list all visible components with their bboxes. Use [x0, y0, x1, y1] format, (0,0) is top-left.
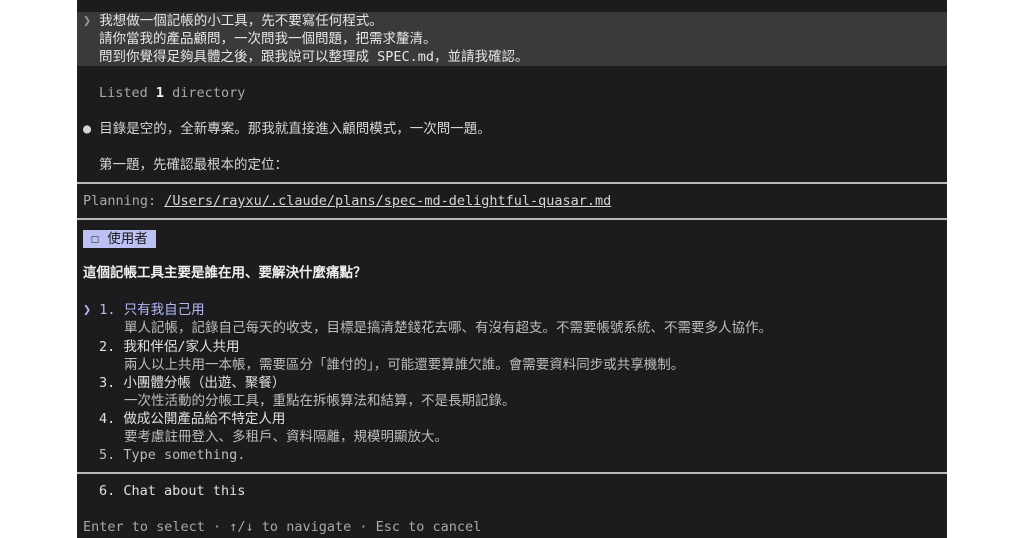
divider-top	[77, 182, 947, 184]
option-2[interactable]: 2. 我和伴侶/家人共用	[99, 338, 947, 356]
selector-chevron-icon: ❯	[83, 302, 92, 318]
prompt-chevron-icon: ❯	[83, 13, 92, 29]
user-prompt-line-1: ❯ 我想做一個記帳的小工具，先不要寫任何程式。	[83, 13, 383, 29]
option-1[interactable]: ❯ 1. 只有我自己用	[83, 301, 947, 319]
terminal-window: ❯ 我想做一個記帳的小工具，先不要寫任何程式。 請你當我的產品顧問，一次問我一個…	[77, 0, 947, 538]
user-prompt-line-3: 問到你覺得足夠具體之後，跟我說可以整理成 SPEC.md，並請我確認。	[99, 49, 529, 65]
footer-hint: Enter to select · ↑/↓ to navigate · Esc …	[83, 519, 482, 535]
option-4[interactable]: 4. 做成公開產品給不特定人用	[99, 410, 947, 428]
tool-result-listed: Listed 1 directory	[99, 85, 246, 101]
bullet-icon: ●	[83, 121, 92, 137]
question-header-tag: ☐ 使用者	[83, 230, 156, 248]
divider-middle	[77, 218, 947, 220]
option-5-type-something[interactable]: 5. Type something.	[99, 446, 947, 464]
question-title: 這個記帳工具主要是誰在用、要解決什麼痛點？	[83, 265, 367, 281]
option-3[interactable]: 3. 小團體分帳（出遊、聚餐）	[99, 374, 947, 392]
option-1-description: 單人記帳，記錄自己每天的收支，目標是搞清楚錢花去哪、有沒有超支。不需要帳號系統、…	[124, 320, 772, 336]
option-4-description: 要考慮註冊登入、多租戶、資料隔離，規模明顯放大。	[124, 429, 448, 445]
assistant-followup: 第一題，先確認最根本的定位：	[99, 157, 288, 173]
assistant-message: ● 目錄是空的，全新專案。那我就直接進入顧問模式，一次問一題。	[83, 121, 491, 137]
user-prompt-line-2: 請你當我的產品顧問，一次問我一個問題，把需求釐清。	[99, 31, 437, 47]
option-3-description: 一次性活動的分帳工具，重點在拆帳算法和結算，不是長期記錄。	[124, 393, 516, 409]
option-6-chat-about-this[interactable]: 6. Chat about this	[99, 482, 947, 500]
user-prompt-block: ❯ 我想做一個記帳的小工具，先不要寫任何程式。 請你當我的產品顧問，一次問我一個…	[77, 12, 947, 66]
planning-line: Planning: /Users/rayxu/.claude/plans/spe…	[83, 193, 612, 209]
option-2-description: 兩人以上共用一本帳，需要區分「誰付的」，可能還要算誰欠誰。會需要資料同步或共享機…	[124, 357, 685, 373]
planning-path-link[interactable]: /Users/rayxu/.claude/plans/spec-md-delig…	[164, 193, 611, 209]
divider-bottom	[77, 472, 947, 474]
